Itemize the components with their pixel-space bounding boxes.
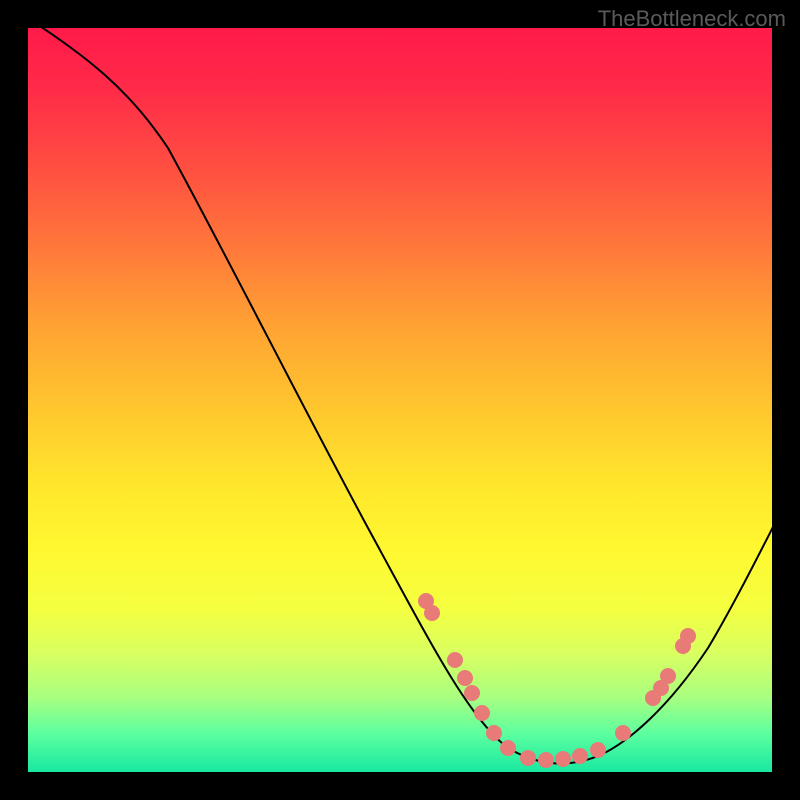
plot-area <box>28 28 772 772</box>
data-point <box>615 725 631 741</box>
data-point <box>424 605 440 621</box>
data-point <box>572 748 588 764</box>
data-point <box>538 752 554 768</box>
chart-svg <box>28 28 772 772</box>
data-point <box>486 725 502 741</box>
dots-group <box>418 593 696 768</box>
watermark-text: TheBottleneck.com <box>598 6 786 32</box>
curve-path <box>28 28 772 764</box>
data-point <box>464 685 480 701</box>
data-point <box>680 628 696 644</box>
data-point <box>474 705 490 721</box>
data-point <box>447 652 463 668</box>
data-point <box>590 742 606 758</box>
data-point <box>555 751 571 767</box>
data-point <box>500 740 516 756</box>
data-point <box>520 750 536 766</box>
data-point <box>457 670 473 686</box>
data-point <box>660 668 676 684</box>
